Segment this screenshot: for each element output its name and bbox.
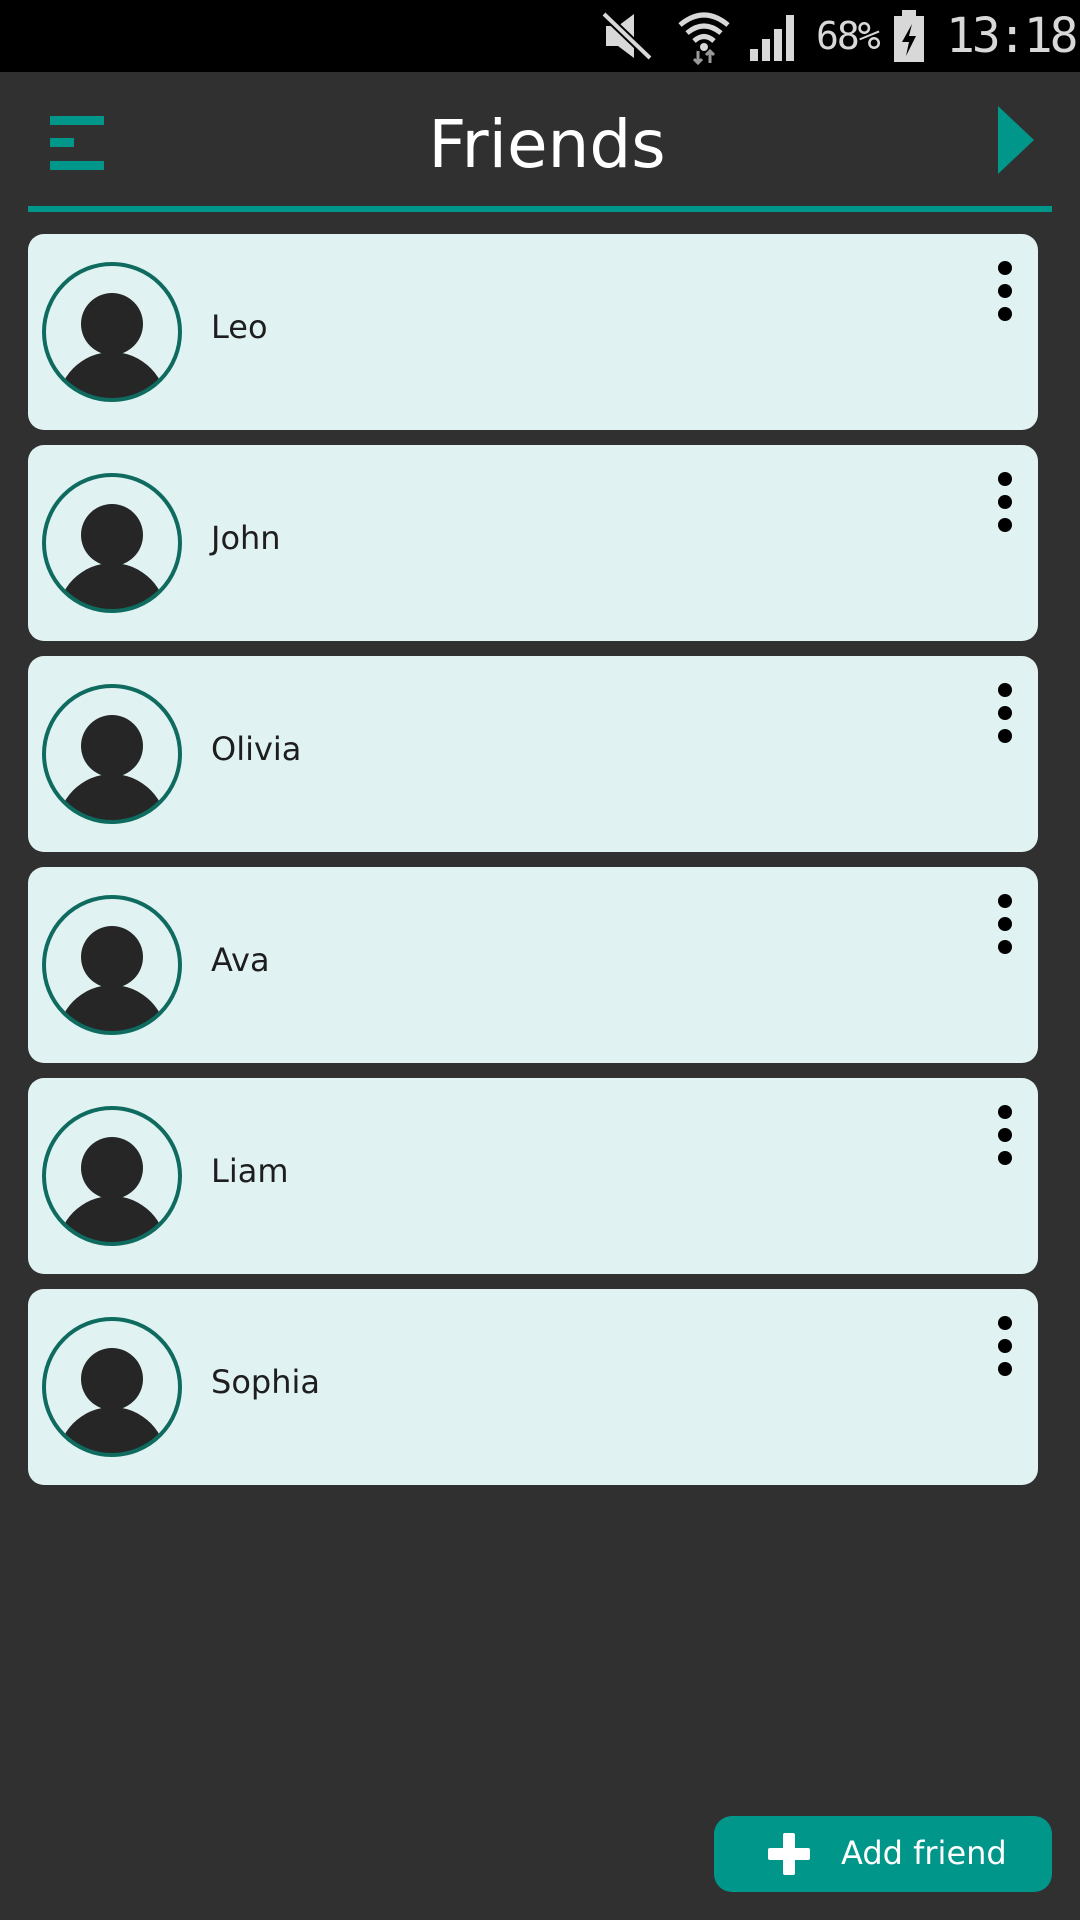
friend-card[interactable]: Olivia: [28, 656, 1038, 852]
signal-icon: [750, 15, 794, 61]
battery-charging-icon: [894, 10, 924, 62]
more-vert-icon[interactable]: [992, 471, 1018, 533]
mute-icon: [601, 11, 653, 61]
friend-name: Olivia: [211, 730, 302, 768]
friend-card[interactable]: Sophia: [28, 1289, 1038, 1485]
avatar-icon: [42, 473, 182, 613]
friend-list: Leo John Olivia Ava Liam Sophia: [28, 234, 1038, 1500]
friend-name: Liam: [211, 1152, 289, 1190]
add-friend-label: Add friend: [841, 1834, 1007, 1872]
add-friend-button[interactable]: Add friend: [714, 1816, 1052, 1892]
friend-name: Ava: [211, 941, 270, 979]
more-vert-icon[interactable]: [992, 893, 1018, 955]
battery-percent: 68%: [816, 14, 881, 58]
status-bar: 68% 13:18: [0, 0, 1080, 72]
avatar-icon: [42, 1106, 182, 1246]
friend-card[interactable]: Ava: [28, 867, 1038, 1063]
friend-card[interactable]: Liam: [28, 1078, 1038, 1274]
avatar-icon: [42, 262, 182, 402]
more-vert-icon[interactable]: [992, 1104, 1018, 1166]
play-arrow-icon[interactable]: [996, 104, 1036, 176]
friend-card[interactable]: John: [28, 445, 1038, 641]
more-vert-icon[interactable]: [992, 260, 1018, 322]
avatar-icon: [42, 895, 182, 1035]
wifi-icon: [678, 12, 730, 66]
more-vert-icon[interactable]: [992, 682, 1018, 744]
avatar-icon: [42, 684, 182, 824]
avatar-icon: [42, 1317, 182, 1457]
friend-card[interactable]: Leo: [28, 234, 1038, 430]
plus-icon: [768, 1833, 810, 1875]
more-vert-icon[interactable]: [992, 1315, 1018, 1377]
friend-name: Sophia: [211, 1363, 320, 1401]
page-title: Friends: [428, 106, 666, 183]
status-time: 13:18: [946, 8, 1078, 64]
friend-name: John: [211, 519, 281, 557]
friend-name: Leo: [211, 308, 268, 346]
app-header: Friends: [0, 72, 1080, 212]
header-divider: [28, 206, 1052, 212]
